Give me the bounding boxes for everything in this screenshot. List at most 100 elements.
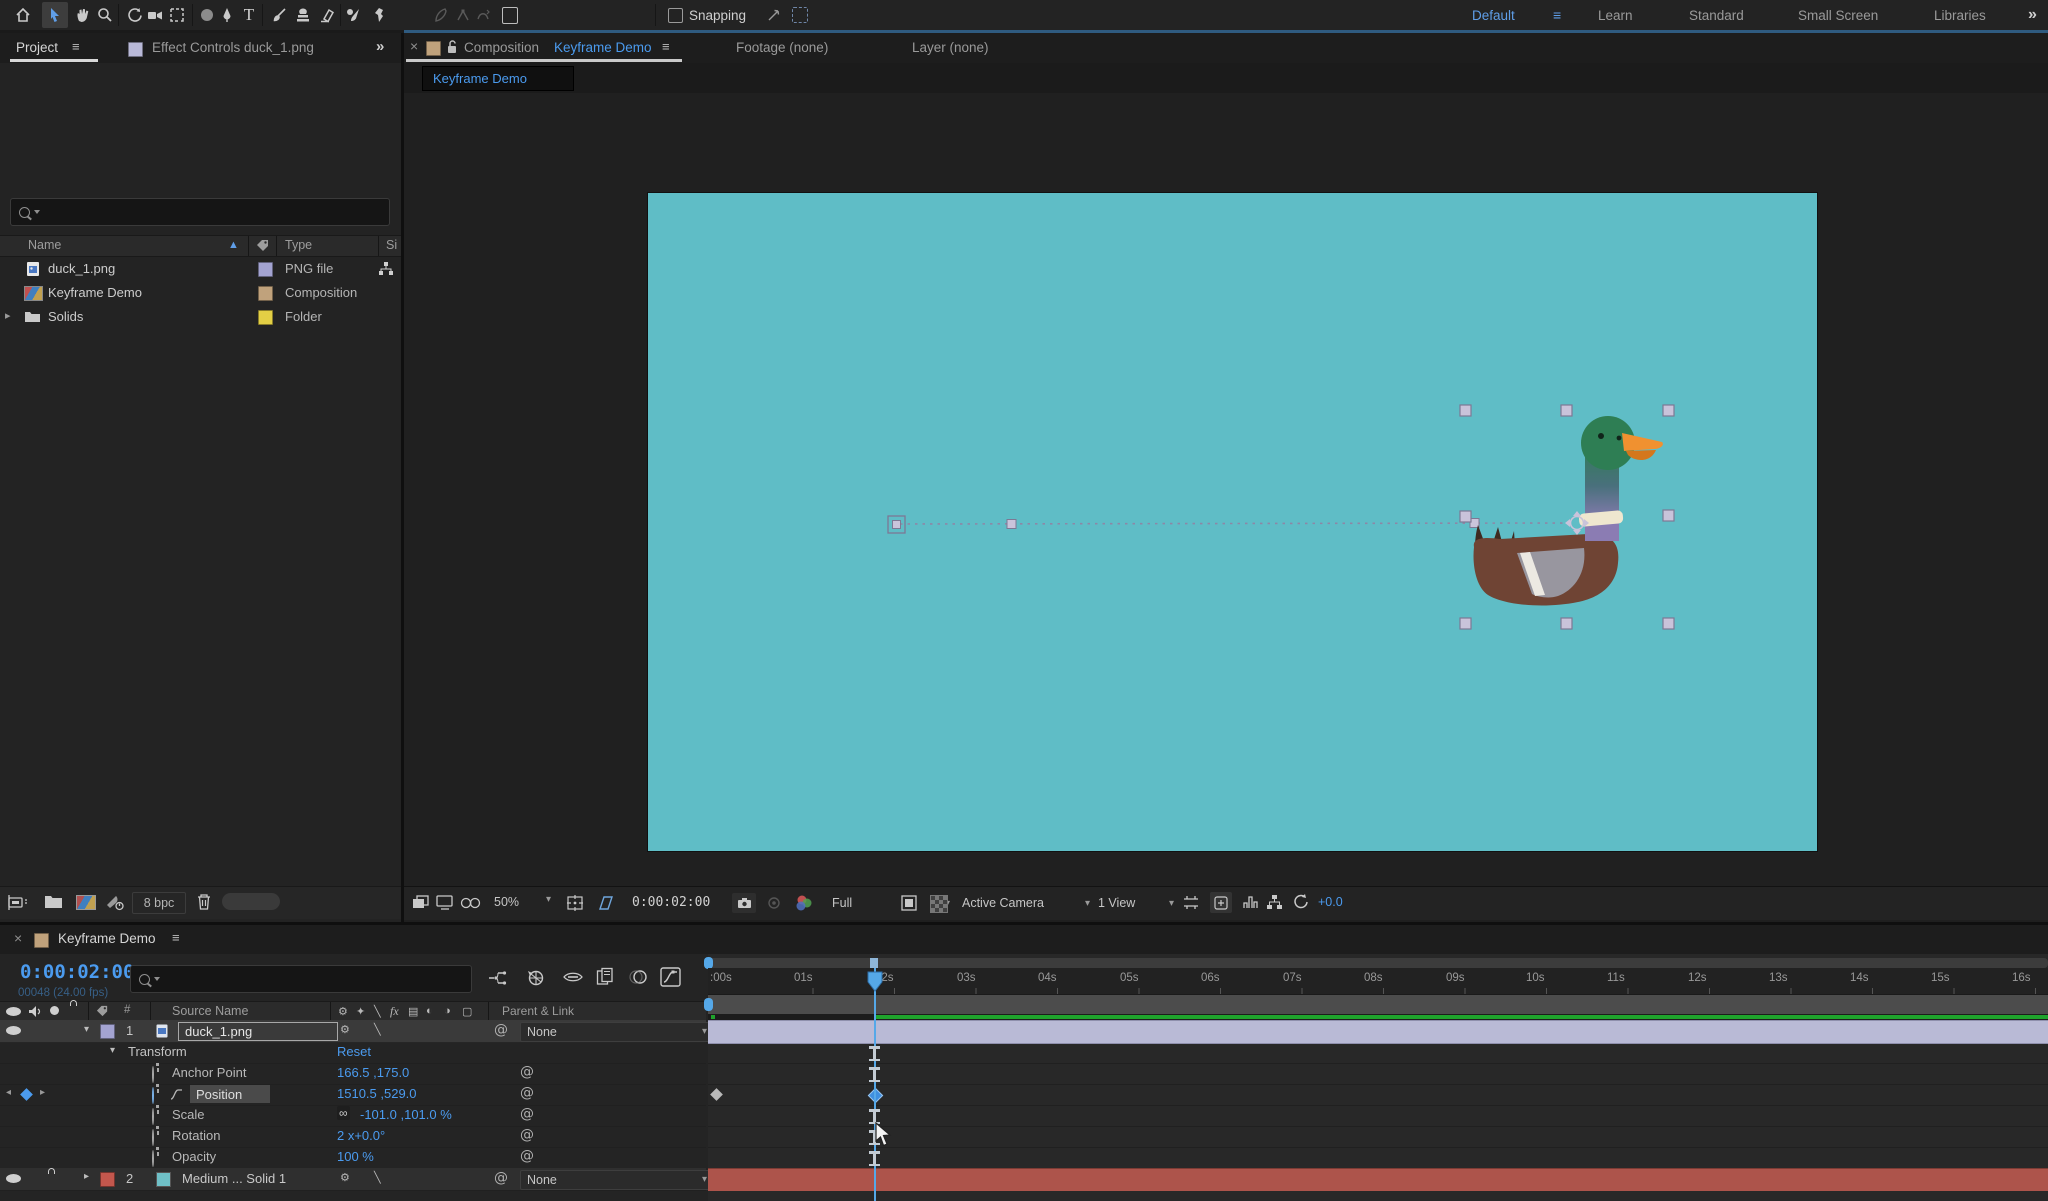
snap-box-icon[interactable]: [792, 7, 808, 23]
opacity-value[interactable]: 100 %: [337, 1149, 374, 1164]
scale-pickwhip-icon[interactable]: @: [520, 1106, 534, 1122]
snap-angle-icon[interactable]: [762, 2, 786, 28]
timeline-tab-label[interactable]: Keyframe Demo: [58, 931, 156, 946]
opacity-stopwatch-icon[interactable]: [152, 1150, 154, 1167]
layer-expand-chevron-icon[interactable]: ▸: [84, 1171, 89, 1182]
vertex-tool-icon[interactable]: [452, 2, 474, 28]
shy-layers-icon[interactable]: [562, 969, 584, 985]
adjust-exposure-icon[interactable]: [1210, 892, 1232, 913]
interpret-footage-icon[interactable]: [8, 894, 28, 911]
magnification-monitor-icon[interactable]: [436, 895, 454, 911]
transform-label[interactable]: Transform: [128, 1044, 187, 1059]
mask-feather-tool-icon[interactable]: [430, 2, 452, 28]
zoom-level-dropdown[interactable]: 50%: [494, 895, 519, 909]
stereo-3d-glasses-icon[interactable]: [460, 895, 482, 911]
view-layout-dropdown[interactable]: 1 View ▾: [1092, 892, 1180, 914]
scale-row[interactable]: Scale ∞ -101.0 ,101.0 % @: [0, 1105, 706, 1127]
render-engine-icon[interactable]: [104, 893, 124, 911]
parent-pickwhip-icon[interactable]: @: [494, 1170, 508, 1186]
type-tool-icon[interactable]: T: [236, 2, 262, 28]
snapping-checkbox[interactable]: [668, 8, 683, 23]
rotation-pickwhip-icon[interactable]: @: [520, 1127, 534, 1143]
composition-canvas[interactable]: [648, 193, 1817, 851]
label-color-swatch[interactable]: [258, 286, 273, 301]
position-keyframe-start[interactable]: [710, 1088, 723, 1101]
layer-quality-icon[interactable]: ╲: [374, 1023, 381, 1036]
snapping-label[interactable]: Snapping: [689, 8, 746, 23]
timeline-navigator-strip[interactable]: [708, 958, 2048, 968]
transform-group-row[interactable]: ▾ Transform Reset: [0, 1042, 706, 1064]
mini-flowchart-icon[interactable]: [1266, 894, 1283, 910]
opacity-label[interactable]: Opacity: [172, 1149, 216, 1164]
anchor-label[interactable]: Anchor Point: [172, 1065, 246, 1080]
anchor-pickwhip-icon[interactable]: @: [520, 1064, 534, 1080]
parent-pickwhip-icon[interactable]: @: [494, 1022, 508, 1038]
convert-vertex-tool-icon[interactable]: [472, 2, 494, 28]
tab-project[interactable]: Project: [16, 40, 58, 55]
layer-row-duck[interactable]: ▾ 1 duck_1.png ⚙ ╲ @ None ▾: [0, 1020, 706, 1043]
project-tabs-overflow-icon[interactable]: »: [376, 38, 384, 55]
workspace-tab-learn[interactable]: Learn: [1598, 8, 1633, 23]
playhead-line[interactable]: [874, 968, 876, 1201]
channel-rgb-icon[interactable]: [794, 893, 814, 913]
position-value[interactable]: 1510.5 ,529.0: [337, 1086, 417, 1101]
viewer-tab-close-icon[interactable]: ×: [410, 38, 418, 54]
timeline-ruler[interactable]: :00s 01s 02s 03s 04s 05s 06s 07s 08s 09s…: [708, 968, 2048, 995]
viewer-tab-composition-prefix[interactable]: Composition: [464, 40, 539, 55]
opacity-row[interactable]: Opacity 100 % @: [0, 1147, 706, 1169]
parent-dropdown[interactable]: None ▾: [520, 1022, 714, 1042]
rotation-row[interactable]: Rotation 2 x+0.0° @: [0, 1126, 706, 1148]
layer-label-swatch[interactable]: [100, 1172, 115, 1187]
current-timecode[interactable]: 0:00:02:00: [20, 961, 134, 983]
scale-label[interactable]: Scale: [172, 1107, 205, 1122]
scale-link-icon[interactable]: ∞: [337, 1106, 350, 1120]
workspace-overflow-icon[interactable]: »: [2028, 6, 2037, 24]
reset-exposure-icon[interactable]: [1292, 893, 1309, 911]
graph-editor-icon[interactable]: [660, 967, 681, 987]
opacity-pickwhip-icon[interactable]: @: [520, 1148, 534, 1164]
project-row-solids[interactable]: ▸ Solids Folder: [0, 305, 401, 329]
layer-visibility-eye-icon[interactable]: [6, 1174, 21, 1183]
unlock-icon[interactable]: [446, 39, 458, 55]
layer-shy-icon[interactable]: ⚙: [340, 1171, 350, 1184]
position-stopwatch-icon[interactable]: [152, 1087, 154, 1104]
column-name[interactable]: Name: [28, 238, 61, 252]
always-preview-icon[interactable]: [412, 895, 430, 911]
layer-name[interactable]: Medium ... Solid 1: [182, 1171, 286, 1186]
viewer-timecode[interactable]: 0:00:02:00: [632, 895, 710, 910]
work-area-start-handle[interactable]: [704, 998, 713, 1011]
show-snapshot-icon[interactable]: [766, 895, 782, 911]
parent-link-column-label[interactable]: Parent & Link: [502, 1004, 574, 1018]
workspace-tab-standard[interactable]: Standard: [1689, 8, 1744, 23]
camera-dropdown[interactable]: Active Camera ▾: [956, 892, 1096, 914]
viewer-tab-composition-name[interactable]: Keyframe Demo: [554, 40, 652, 55]
project-row-composition[interactable]: Keyframe Demo Composition: [0, 281, 401, 305]
sort-ascending-icon[interactable]: ▲: [228, 239, 239, 251]
snapshot-button[interactable]: [732, 893, 756, 913]
keyframe-nav-prev-icon[interactable]: ◂: [6, 1087, 11, 1098]
tab-effect-controls[interactable]: Effect Controls duck_1.png: [152, 40, 314, 55]
anchor-point-row[interactable]: Anchor Point 166.5 ,175.0 @: [0, 1063, 706, 1085]
position-label-box[interactable]: Position: [190, 1085, 270, 1103]
zoom-dropdown-caret-icon[interactable]: ▾: [546, 894, 551, 905]
pan-behind-tool-icon[interactable]: [164, 2, 190, 28]
project-item-name[interactable]: Keyframe Demo: [48, 285, 142, 300]
eraser-tool-icon[interactable]: [313, 2, 339, 28]
layer2-duration-bar[interactable]: [708, 1168, 2048, 1191]
new-folder-icon[interactable]: [44, 894, 63, 909]
position-graph-icon[interactable]: [170, 1089, 183, 1100]
draft-3d-icon[interactable]: [524, 967, 545, 988]
expand-chevron-icon[interactable]: ▸: [5, 309, 11, 322]
composition-mini-flowchart-icon[interactable]: [487, 969, 507, 987]
rotation-stopwatch-icon[interactable]: [152, 1129, 154, 1146]
zoom-tool-icon[interactable]: [92, 2, 118, 28]
scale-value[interactable]: -101.0 ,101.0 %: [360, 1107, 452, 1122]
position-pickwhip-icon[interactable]: @: [520, 1085, 534, 1101]
label-color-swatch[interactable]: [258, 262, 273, 277]
project-search-input[interactable]: [10, 198, 390, 226]
exposure-value[interactable]: +0.0: [1318, 895, 1343, 909]
frame-blending-icon[interactable]: [596, 967, 615, 986]
timeline-track-area[interactable]: :00s 01s 02s 03s 04s 05s 06s 07s 08s 09s…: [708, 954, 2048, 1201]
project-tab-menu-icon[interactable]: ≡: [72, 39, 80, 54]
motion-blur-icon[interactable]: [628, 968, 648, 986]
